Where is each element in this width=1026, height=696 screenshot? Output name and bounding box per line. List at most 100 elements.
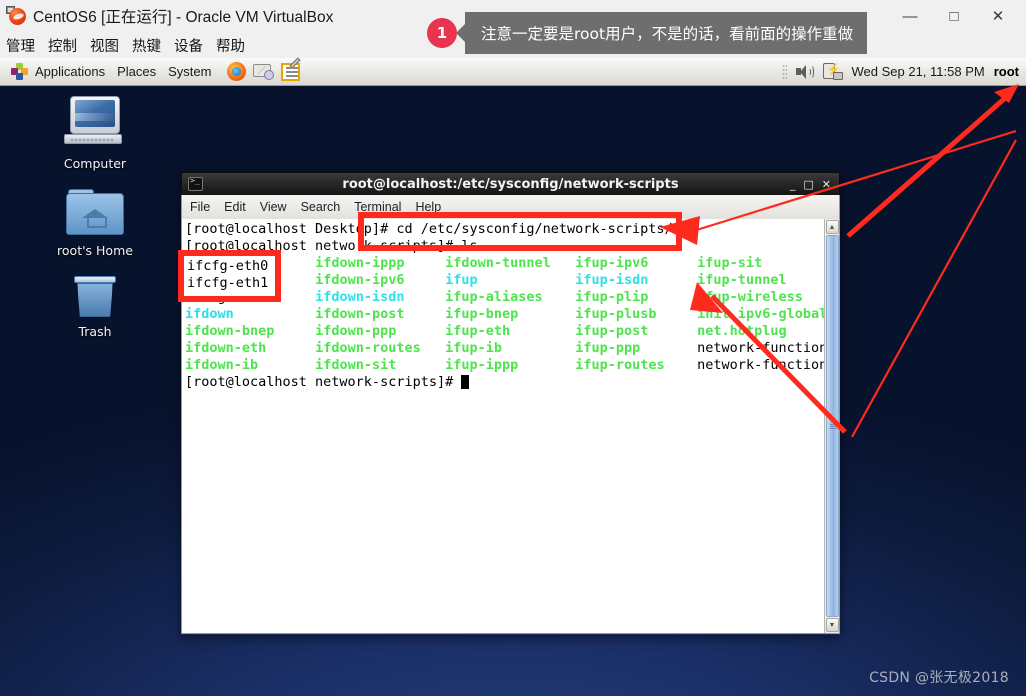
terminal-menu-file[interactable]: File — [190, 200, 210, 214]
desktop-icon-computer[interactable]: Computer — [40, 96, 150, 171]
terminal-token: ifup-isdn — [575, 272, 649, 288]
terminal-token: ifup-plusb — [575, 306, 657, 322]
terminal-body: [root@localhost Desktop]# cd /etc/syscon… — [181, 219, 840, 634]
terminal-token: ifdown-isdn — [315, 289, 405, 305]
chevron-down-icon[interactable]: ▼ — [825, 618, 839, 632]
terminal-token: ifdown-eth — [185, 340, 267, 356]
terminal-line: ifcfg-lo ifdown-isdn ifup-aliases ifup-plip… — [185, 289, 824, 306]
terminal-token: ifdown-ppp — [315, 323, 397, 339]
minimize-button[interactable]: — — [888, 1, 932, 31]
terminal-token: network-functions — [697, 340, 824, 356]
terminal-token: ifup-aliases — [445, 289, 543, 305]
terminal-menubar: File Edit View Search Terminal Help — [181, 195, 840, 219]
terminal-token: ifdown-routes — [315, 340, 421, 356]
terminal-token: ifup-eth — [445, 323, 511, 339]
terminal-token: ifdown-ippp — [315, 255, 405, 271]
terminal-line: [root@localhost Desktop]# cd /etc/syscon… — [185, 221, 824, 238]
terminal-token: ifdown-tunnel — [445, 255, 551, 271]
terminal-token: ifup-tunnel — [697, 272, 787, 288]
terminal-line: [root@localhost network-scripts]# — [185, 374, 824, 391]
terminal-minimize-button[interactable]: _ — [790, 179, 796, 190]
applications-menu[interactable]: Applications — [5, 60, 111, 84]
terminal-titlebar[interactable]: root@localhost:/etc/sysconfig/network-sc… — [181, 172, 840, 195]
terminal-token: ifdown — [185, 306, 234, 322]
drag-handle-icon[interactable] — [781, 63, 787, 80]
terminal-menu-view[interactable]: View — [260, 200, 287, 214]
terminal-close-button[interactable]: ✕ — [822, 179, 831, 190]
virtualbox-logo-icon — [6, 6, 26, 26]
terminal-menu-help[interactable]: Help — [415, 200, 441, 214]
menu-view[interactable]: 视图 — [90, 35, 119, 56]
battery-power-icon[interactable]: ⚡ — [822, 63, 843, 80]
virtualbox-menubar: 管理 控制 视图 热键 设备 帮助 — [0, 32, 1026, 58]
firefox-icon[interactable] — [227, 62, 247, 81]
terminal-token: ifcfg-lo — [185, 289, 251, 305]
screenshot-root: CentOS6 [正在运行] - Oracle VM VirtualBox — … — [0, 0, 1026, 696]
gnome-top-panel: Applications Places System ⚡ Wed Sep 21,… — [0, 56, 1026, 86]
terminal-token: ifup-post — [575, 323, 649, 339]
terminal-token: ifdown-sit — [315, 357, 397, 373]
menu-devices[interactable]: 设备 — [174, 35, 203, 56]
terminal-maximize-button[interactable]: □ — [803, 179, 813, 190]
terminal-token: ifup-bnep — [445, 306, 519, 322]
terminal-token: ifdown-bnep — [185, 323, 275, 339]
virtualbox-titlebar: CentOS6 [正在运行] - Oracle VM VirtualBox — … — [0, 0, 1026, 32]
terminal-token: ifup-ppp — [575, 340, 641, 356]
menu-manage[interactable]: 管理 — [6, 35, 35, 56]
terminal-token: init.ipv6-global — [697, 306, 824, 322]
places-menu[interactable]: Places — [111, 61, 162, 82]
terminal-token: ifup-routes — [575, 357, 665, 373]
terminal-scrollbar[interactable]: ▲ ▼ — [824, 219, 839, 633]
terminal-token: [root@localhost Desktop]# cd /etc/syscon… — [185, 221, 673, 237]
terminal-token: ifcfg-eth0 — [185, 255, 267, 271]
terminal-token: ifdown-ipv6 — [315, 272, 405, 288]
terminal-token: ifdown-ib — [185, 357, 259, 373]
panel-clock[interactable]: Wed Sep 21, 11:58 PM — [852, 64, 985, 79]
terminal-token: ifup-plip — [575, 289, 649, 305]
desktop-icon-trash[interactable]: Trash — [40, 276, 150, 339]
centos-logo-icon — [11, 62, 29, 81]
text-editor-icon[interactable] — [281, 56, 302, 81]
desktop-icon-home[interactable]: root's Home — [40, 189, 150, 258]
terminal-line: ifcfg-eth1 ifdown-ipv6 ifup ifup-isdn ifup-t… — [185, 272, 824, 289]
close-button[interactable]: ✕ — [976, 1, 1020, 31]
terminal-line: ifcfg-eth0 ifdown-ippp ifdown-tunnel ifup-i… — [185, 255, 824, 272]
terminal-cursor — [461, 375, 470, 389]
terminal-menu-edit[interactable]: Edit — [224, 200, 246, 214]
terminal-output[interactable]: [root@localhost Desktop]# cd /etc/syscon… — [182, 219, 824, 633]
volume-icon[interactable] — [795, 64, 814, 80]
desktop-icon-label: root's Home — [57, 243, 133, 258]
menu-hotkeys[interactable]: 热键 — [132, 35, 161, 56]
terminal-menu-terminal[interactable]: Terminal — [354, 200, 401, 214]
menu-control[interactable]: 控制 — [48, 35, 77, 56]
terminal-token: ifdown-post — [315, 306, 405, 322]
panel-username[interactable]: root — [994, 64, 1019, 79]
terminal-line: ifdown ifdown-post ifup-bnep ifup-plusb init… — [185, 306, 824, 323]
menu-help[interactable]: 帮助 — [216, 35, 245, 56]
terminal-token: network-functions-ipv6 — [697, 357, 824, 373]
maximize-button[interactable]: □ — [932, 1, 976, 31]
terminal-line: [root@localhost network-scripts]# ls — [185, 238, 824, 255]
home-folder-icon — [66, 189, 124, 239]
computer-icon — [64, 96, 126, 152]
mail-icon[interactable] — [253, 63, 275, 80]
applications-menu-label: Applications — [35, 64, 106, 79]
desktop-icon-column: Computer root's Home Trash — [40, 96, 150, 357]
terminal-token: net.hotplug — [697, 323, 787, 339]
terminal-token: ifup-sit — [697, 255, 763, 271]
chevron-up-icon[interactable]: ▲ — [825, 220, 839, 234]
terminal-token: ifup-ippp — [445, 357, 519, 373]
virtualbox-window-chrome: CentOS6 [正在运行] - Oracle VM VirtualBox — … — [0, 0, 1026, 58]
terminal-token: ifup-ib — [445, 340, 503, 356]
terminal-token: ifup — [445, 272, 478, 288]
terminal-token: ifup-wireless — [697, 289, 803, 305]
system-menu[interactable]: System — [162, 61, 217, 82]
scrollbar-thumb[interactable] — [825, 235, 839, 617]
desktop-icon-label: Computer — [63, 156, 127, 171]
terminal-menu-search[interactable]: Search — [301, 200, 341, 214]
terminal-line: ifdown-eth ifdown-routes ifup-ib ifup-ppp ne… — [185, 340, 824, 357]
terminal-token: ifcfg-eth1 — [185, 272, 267, 288]
terminal-line: ifdown-bnep ifdown-ppp ifup-eth ifup-post ne… — [185, 323, 824, 340]
panel-launchers — [227, 56, 302, 81]
trash-icon — [72, 276, 118, 320]
